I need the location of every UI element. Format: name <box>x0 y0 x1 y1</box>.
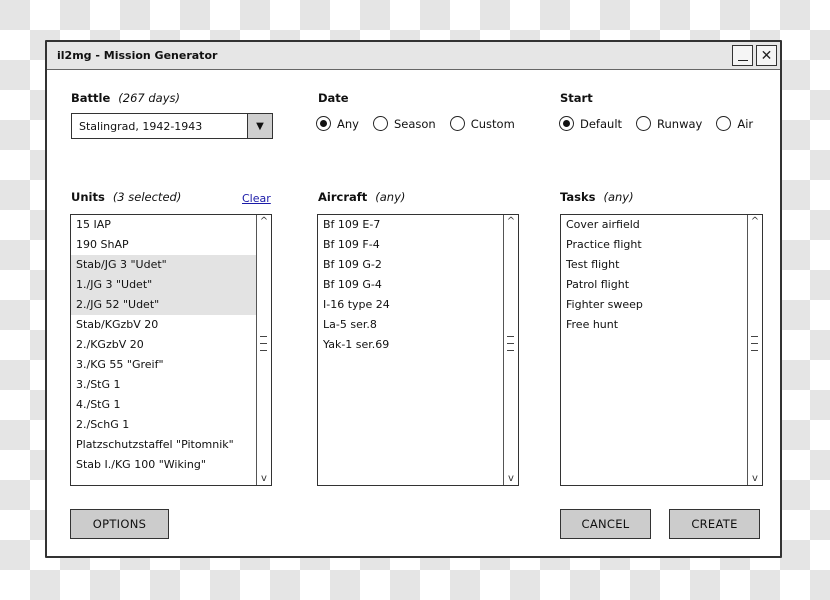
options-button[interactable]: OPTIONS <box>70 509 169 539</box>
task-list-item[interactable]: Patrol flight <box>561 275 747 295</box>
start-radio-default[interactable]: Default <box>559 116 622 131</box>
units-scrollbar[interactable]: ^ v <box>256 215 271 485</box>
unit-list-item[interactable]: 2./SchG 1 <box>71 415 256 435</box>
date-radio-any[interactable]: Any <box>316 116 359 131</box>
radio-circle-icon <box>316 116 331 131</box>
aircraft-list-item[interactable]: Bf 109 E-7 <box>318 215 503 235</box>
unit-list-item[interactable]: 3./StG 1 <box>71 375 256 395</box>
aircraft-list-item[interactable]: La-5 ser.8 <box>318 315 503 335</box>
date-label: Date <box>318 91 349 105</box>
close-button[interactable]: ✕ <box>756 45 777 66</box>
aircraft-label: Aircraft (any) <box>318 190 405 204</box>
radio-circle-icon <box>559 116 574 131</box>
scroll-down-icon[interactable]: v <box>257 473 271 484</box>
task-list-item[interactable]: Test flight <box>561 255 747 275</box>
chevron-down-icon: ▼ <box>256 120 264 132</box>
unit-list-item[interactable]: Platzschutzstaffel "Pitomnik" <box>71 435 256 455</box>
battle-dropdown[interactable]: Stalingrad, 1942-1943 ▼ <box>71 113 273 139</box>
unit-list-item[interactable]: 2./KGzbV 20 <box>71 335 256 355</box>
aircraft-list-item[interactable]: Bf 109 G-4 <box>318 275 503 295</box>
units-listbox[interactable]: 15 IAP 190 ShAP Stab/JG 3 "Udet" 1./JG 3 "U… <box>70 214 272 486</box>
scroll-thumb[interactable] <box>260 336 267 357</box>
units-label-text: Units <box>71 190 105 204</box>
aircraft-scrollbar[interactable]: ^ v <box>503 215 518 485</box>
battle-label-text: Battle <box>71 91 111 105</box>
units-selected-hint: (3 selected) <box>112 190 182 204</box>
aircraft-list-item[interactable]: Bf 109 F-4 <box>318 235 503 255</box>
create-button[interactable]: CREATE <box>669 509 760 539</box>
task-list-item[interactable]: Free hunt <box>561 315 747 335</box>
scroll-thumb[interactable] <box>751 336 758 357</box>
scroll-up-icon[interactable]: ^ <box>748 216 762 227</box>
start-radio-runway[interactable]: Runway <box>636 116 702 131</box>
radio-label: Any <box>337 116 359 131</box>
battle-selected-value: Stalingrad, 1942-1943 <box>79 120 203 133</box>
scroll-thumb[interactable] <box>507 336 514 357</box>
close-icon: ✕ <box>760 47 773 64</box>
radio-circle-icon <box>372 116 388 131</box>
clear-units-link[interactable]: Clear <box>242 192 271 205</box>
date-radio-group: Any Season Custom <box>316 116 515 131</box>
dropdown-button[interactable]: ▼ <box>247 114 272 138</box>
battle-days-hint: (267 days) <box>118 91 180 105</box>
scroll-up-icon[interactable]: ^ <box>257 216 271 227</box>
aircraft-list-item[interactable]: Yak-1 ser.69 <box>318 335 503 355</box>
minimize-button[interactable] <box>732 45 753 66</box>
radio-label: Runway <box>657 116 703 131</box>
unit-list-item[interactable]: 1./JG 3 "Udet" <box>71 275 256 295</box>
start-radio-air[interactable]: Air <box>716 116 753 131</box>
aircraft-listbox[interactable]: Bf 109 E-7 Bf 109 F-4 Bf 109 G-2 Bf 109 G-4… <box>317 214 519 486</box>
aircraft-list: Bf 109 E-7 Bf 109 F-4 Bf 109 G-2 Bf 109 G-4… <box>318 215 503 355</box>
unit-list-item[interactable]: Stab/KGzbV 20 <box>71 315 256 335</box>
unit-list-item[interactable]: Stab I./KG 100 "Wiking" <box>71 455 256 475</box>
radio-label: Air <box>737 116 754 131</box>
aircraft-hint: (any) <box>375 190 406 204</box>
date-radio-custom[interactable]: Custom <box>449 116 515 131</box>
unit-list-item[interactable]: 3./KG 55 "Greif" <box>71 355 256 375</box>
units-label: Units (3 selected) <box>71 190 181 204</box>
task-list-item[interactable]: Practice flight <box>561 235 747 255</box>
radio-checked-dot <box>563 120 570 127</box>
tasks-hint: (any) <box>603 190 634 204</box>
tasks-listbox[interactable]: Cover airfield Practice flight Test flight… <box>560 214 763 486</box>
start-radio-group: Default Runway Air <box>559 116 753 131</box>
radio-circle-icon <box>449 116 465 131</box>
cancel-button[interactable]: CANCEL <box>560 509 651 539</box>
radio-label: Default <box>580 116 623 131</box>
radio-label: Custom <box>470 116 515 131</box>
tasks-label-text: Tasks <box>560 190 596 204</box>
radio-label: Season <box>393 116 436 131</box>
aircraft-list-item[interactable]: Bf 109 G-2 <box>318 255 503 275</box>
task-list-item[interactable]: Cover airfield <box>561 215 747 235</box>
tasks-list: Cover airfield Practice flight Test flight… <box>561 215 747 335</box>
battle-label: Battle (267 days) <box>71 91 180 105</box>
window-title: il2mg - Mission Generator <box>57 49 218 62</box>
tasks-label: Tasks (any) <box>560 190 634 204</box>
aircraft-list-item[interactable]: I-16 type 24 <box>318 295 503 315</box>
radio-circle-icon <box>636 116 652 131</box>
unit-list-item[interactable]: 15 IAP <box>71 215 256 235</box>
unit-list-item[interactable]: 4./StG 1 <box>71 395 256 415</box>
radio-checked-dot <box>320 120 327 127</box>
unit-list-item[interactable]: Stab/JG 3 "Udet" <box>71 255 256 275</box>
start-label: Start <box>560 91 593 105</box>
minimize-icon <box>737 59 748 62</box>
scroll-down-icon[interactable]: v <box>504 473 518 484</box>
unit-list-item[interactable]: 2./JG 52 "Udet" <box>71 295 256 315</box>
units-list: 15 IAP 190 ShAP Stab/JG 3 "Udet" 1./JG 3 "U… <box>71 215 256 475</box>
mission-generator-window: il2mg - Mission Generator ✕ Battle (267 d… <box>45 40 782 558</box>
aircraft-label-text: Aircraft <box>318 190 368 204</box>
date-radio-season[interactable]: Season <box>372 116 436 131</box>
unit-list-item[interactable]: 190 ShAP <box>71 235 256 255</box>
title-bar[interactable]: il2mg - Mission Generator ✕ <box>47 42 780 70</box>
tasks-scrollbar[interactable]: ^ v <box>747 215 762 485</box>
radio-circle-icon <box>716 116 732 131</box>
task-list-item[interactable]: Fighter sweep <box>561 295 747 315</box>
scroll-up-icon[interactable]: ^ <box>504 216 518 227</box>
scroll-down-icon[interactable]: v <box>748 473 762 484</box>
